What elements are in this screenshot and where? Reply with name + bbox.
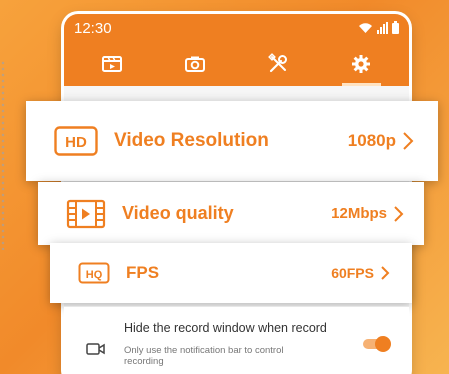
video-clip-icon (101, 56, 122, 72)
setting-video-resolution[interactable]: HD Video Resolution 1080p (26, 101, 438, 181)
video-quality-label: Video quality (122, 203, 234, 223)
gear-icon (352, 55, 371, 73)
status-icons (358, 20, 399, 34)
setting-fps[interactable]: HQ FPS 60FPS (50, 243, 412, 303)
video-quality-value: 12Mbps (331, 205, 387, 222)
hide-record-window-title: Hide the record window when record (124, 321, 327, 335)
chevron-right-icon (393, 205, 404, 223)
hd-icon-text: HD (65, 134, 87, 151)
hd-icon: HD (54, 126, 98, 156)
signal-icon (377, 22, 388, 34)
promo-background: 12:30 HD Video Resolution 1080p Video qu… (0, 0, 449, 374)
fps-value: 60FPS (331, 265, 374, 281)
camera-icon (184, 56, 205, 72)
hq-icon: HQ (78, 262, 110, 284)
tab-videos[interactable] (70, 42, 153, 86)
fps-label: FPS (126, 263, 160, 282)
hide-record-window-toggle[interactable] (363, 336, 391, 352)
setting-video-quality[interactable]: Video quality 12Mbps (38, 182, 424, 245)
dotted-decoration (0, 60, 6, 250)
film-play-icon (66, 199, 106, 228)
tab-screenshots[interactable] (153, 42, 236, 86)
status-bar: 12:30 (64, 14, 409, 42)
hide-record-window-subtitle: Only use the notification bar to control… (124, 345, 284, 367)
chevron-right-icon (402, 131, 414, 151)
tools-icon (268, 53, 288, 73)
tab-tools[interactable] (237, 42, 320, 86)
tab-bar (64, 42, 409, 86)
hq-icon-text: HQ (86, 269, 103, 281)
video-resolution-value: 1080p (347, 131, 396, 150)
wifi-icon (359, 23, 372, 33)
status-time: 12:30 (74, 19, 112, 37)
tab-settings[interactable] (320, 42, 403, 86)
battery-icon (392, 20, 399, 34)
setting-hide-record-window[interactable]: Hide the record window when record Only … (64, 306, 409, 374)
chevron-right-icon (380, 265, 390, 281)
camcorder-icon (86, 343, 105, 355)
video-resolution-label: Video Resolution (114, 130, 269, 151)
setting-text: Hide the record window when record Only … (124, 321, 363, 367)
